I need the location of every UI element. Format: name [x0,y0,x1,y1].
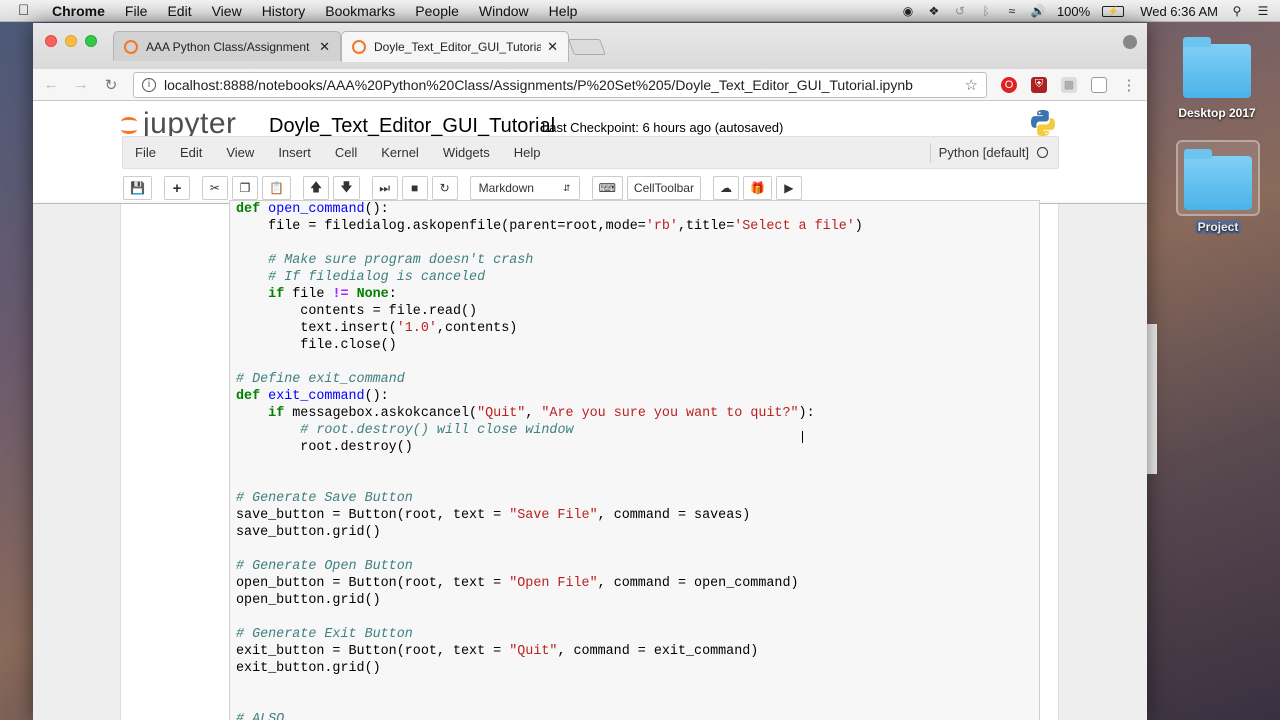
tab-label: AAA Python Class/Assignment [146,39,310,54]
macos-menubar:  Chrome File Edit View History Bookmark… [0,0,1280,22]
tab-assignments[interactable]: AAA Python Class/Assignment ✕ [113,31,341,61]
app-name[interactable]: Chrome [52,3,105,19]
youtube-icon[interactable]: ▶ [775,176,802,200]
volume-icon[interactable]: 🔊 [1030,4,1045,18]
back-icon[interactable]: ← [43,76,59,93]
stop-icon[interactable]: ■ [401,176,428,200]
restart-icon[interactable]: ↻ [431,176,458,200]
notebook-container: def open_command(): file = filedialog.as… [120,200,1059,720]
celltoolbar-button[interactable]: CellToolbar [626,176,701,200]
chrome-window: AAA Python Class/Assignment ✕ Doyle_Text… [33,23,1147,720]
reload-icon[interactable]: ↻ [103,76,119,94]
clock[interactable]: Wed 6:36 AM [1140,4,1218,19]
url-text[interactable]: localhost:8888/notebooks/AAA%20Python%20… [164,77,965,93]
browser-toolbar: ← → ↻ i localhost:8888/notebooks/AAA%20P… [33,69,1147,101]
jupyter-menubar: File Edit View Insert Cell Kernel Widget… [122,136,1059,169]
menu-file[interactable]: File [125,3,148,19]
window-controls [45,35,97,47]
menu-history[interactable]: History [262,3,306,19]
menu-people[interactable]: People [415,3,459,19]
menu-view[interactable]: View [212,3,242,19]
zoom-window-icon[interactable] [85,35,97,47]
text-cursor-icon [802,431,804,443]
desktop-folder-desktop-2017[interactable]: Desktop 2017 [1175,37,1259,120]
jupyter-menu-edit[interactable]: Edit [168,145,214,160]
jupyter-toolbar: 💾 + ✂ ❐ 📋 🡅 🡇 ⏭ ■ ↻ Markdown ⇵ ⌨ CellToo… [122,173,1059,203]
insert-cell-icon[interactable]: + [163,176,190,200]
spotlight-icon[interactable]: ⚲ [1230,4,1244,18]
folder-label: Desktop 2017 [1178,106,1256,120]
cell-type-value: Markdown [478,181,534,195]
cut-icon[interactable]: ✂ [201,176,228,200]
folder-label: Project [1194,220,1242,234]
close-window-icon[interactable] [45,35,57,47]
dropbox-icon[interactable]: ❖ [927,4,941,18]
bookmark-star-icon[interactable]: ☆ [965,76,978,94]
time-machine-icon[interactable]: ↺ [953,4,967,18]
extension-icon[interactable]: ▩ [1061,76,1077,93]
jupyter-menu-cell[interactable]: Cell [323,145,369,160]
profile-icon[interactable] [1123,35,1137,49]
status-area: ◉ ❖ ↺ ᛒ ≈ 🔊 100% ⚡ Wed 6:36 AM ⚲ ☰ [901,0,1270,22]
notebook-site: def open_command(): file = filedialog.as… [33,200,1147,720]
menu-window[interactable]: Window [479,3,529,19]
address-bar[interactable]: i localhost:8888/notebooks/AAA%20Python%… [133,71,987,98]
save-icon[interactable]: 💾 [123,176,152,200]
chrome-menu-icon[interactable]: ⋮ [1121,76,1137,94]
desktop-folder-project[interactable]: Project [1176,140,1260,236]
cloud-upload-icon[interactable]: ☁ [712,176,739,200]
jupyter-favicon-icon [124,39,138,54]
opera-extension-icon[interactable]: O [1001,76,1017,93]
apple-menu-icon[interactable]:  [18,2,38,19]
menu-bookmarks[interactable]: Bookmarks [325,3,395,19]
menu-help[interactable]: Help [549,3,578,19]
site-info-icon[interactable]: i [142,77,156,92]
code-editor[interactable]: def open_command(): file = filedialog.as… [236,201,863,720]
kernel-indicator: Python [default] [929,142,1048,163]
battery-percent: 100% [1056,3,1091,19]
bluetooth-icon[interactable]: ᛒ [979,4,993,18]
folder-icon [1184,149,1252,210]
kernel-name: Python [default] [938,145,1029,160]
new-tab-button[interactable] [568,39,606,55]
checkpoint-status: Last Checkpoint: 6 hours ago (autosaved) [542,120,784,135]
background-window-edge [1147,324,1157,474]
copy-icon[interactable]: ❐ [231,176,258,200]
paste-icon[interactable]: 📋 [261,176,291,200]
python-logo-icon [1031,110,1055,136]
shield-extension-icon[interactable]: ⛨ [1031,76,1047,93]
move-up-icon[interactable]: 🡅 [302,176,330,200]
tab-label: Doyle_Text_Editor_GUI_Tutoria [374,40,542,54]
jupyter-menu-help[interactable]: Help [502,145,553,160]
jupyter-menu-insert[interactable]: Insert [266,145,323,160]
notification-center-icon[interactable]: ☰ [1256,4,1270,18]
notebook-title[interactable]: Doyle_Text_Editor_GUI_Tutorial [269,115,555,138]
tab-notebook[interactable]: Doyle_Text_Editor_GUI_Tutoria ✕ [341,31,569,62]
minimize-window-icon[interactable] [65,35,77,47]
cell-type-select[interactable]: Markdown ⇵ [469,176,580,200]
battery-icon[interactable]: ⚡ [1102,5,1125,17]
jupyter-menu-file[interactable]: File [123,145,168,160]
tab-strip: AAA Python Class/Assignment ✕ Doyle_Text… [33,23,1147,69]
jupyter-favicon-icon [352,40,366,54]
gift-icon[interactable]: 🎁 [742,176,772,200]
forward-icon[interactable]: → [73,76,89,93]
jupyter-menu-widgets[interactable]: Widgets [431,145,502,160]
keyboard-icon[interactable]: ⌨ [591,176,623,200]
code-cell-input[interactable]: def open_command(): file = filedialog.as… [229,200,1040,720]
jupyter-orbit-icon [121,113,139,135]
run-cell-icon[interactable]: ⏭ [371,176,398,200]
menu-edit[interactable]: Edit [167,3,191,19]
record-icon[interactable]: ◉ [901,4,915,18]
kernel-idle-icon [1037,147,1048,158]
folder-icon [1183,37,1251,98]
jupyter-menu-view[interactable]: View [214,145,266,160]
close-tab-icon[interactable]: ✕ [547,39,558,55]
jupyter-menu-kernel[interactable]: Kernel [369,145,431,160]
select-arrows-icon: ⇵ [563,182,571,193]
move-down-icon[interactable]: 🡇 [333,176,360,200]
close-tab-icon[interactable]: ✕ [319,39,330,55]
page-extension-icon[interactable] [1091,76,1107,93]
wifi-icon[interactable]: ≈ [1005,4,1019,18]
